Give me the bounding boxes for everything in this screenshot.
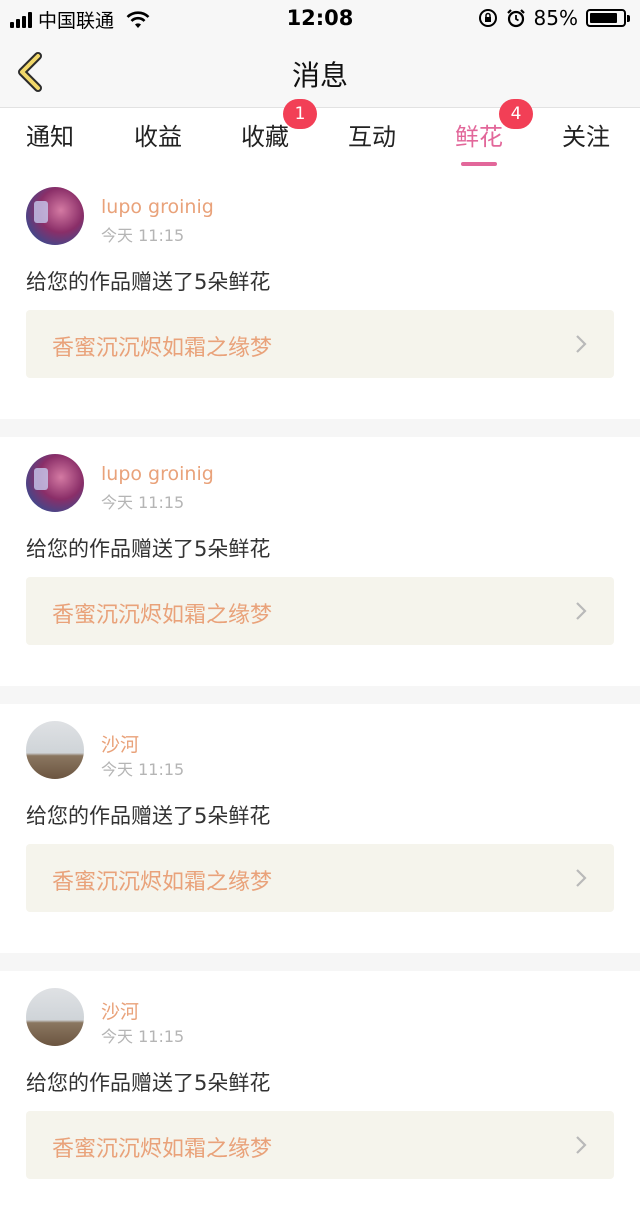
message-text: 给您的作品赠送了5朵鲜花: [26, 804, 271, 828]
flower-message-item: lupo groinig 今天 11:15 给您的作品赠送了5朵鲜花 香蜜沉沉烬…: [0, 170, 640, 419]
status-right: 85%: [478, 6, 630, 30]
avatar[interactable]: [26, 454, 84, 512]
tab-earnings[interactable]: 收益: [134, 117, 182, 152]
chevron-right-icon: [576, 335, 587, 353]
work-title: 香蜜沉沉烬如霜之缘梦: [52, 1137, 273, 1162]
work-link-card[interactable]: 香蜜沉沉烬如霜之缘梦: [26, 1111, 614, 1179]
chevron-right-icon: [576, 869, 587, 887]
message-time: 今天 11:15: [101, 760, 185, 779]
message-text: 给您的作品赠送了5朵鲜花: [26, 537, 271, 561]
chevron-right-icon: [576, 1136, 587, 1154]
tab-interactions[interactable]: 互动: [348, 117, 396, 152]
work-title: 香蜜沉沉烬如霜之缘梦: [52, 336, 273, 361]
work-title: 香蜜沉沉烬如霜之缘梦: [52, 603, 273, 628]
tab-label: 通知: [26, 123, 74, 151]
avatar[interactable]: [26, 187, 84, 245]
chevron-right-icon: [576, 602, 587, 620]
tab-label: 鲜花: [455, 123, 503, 151]
message-text: 给您的作品赠送了5朵鲜花: [26, 1071, 271, 1095]
unread-badge: 1: [283, 99, 317, 129]
message-feed: lupo groinig 今天 11:15 给您的作品赠送了5朵鲜花 香蜜沉沉烬…: [0, 170, 640, 1220]
tab-bar: 通知 收益 收藏 1 互动 鲜花 4 关注: [0, 99, 640, 169]
alarm-icon: [506, 9, 525, 28]
tab-favorites[interactable]: 收藏 1: [241, 99, 317, 152]
tab-notifications[interactable]: 通知: [26, 117, 74, 152]
work-title: 香蜜沉沉烬如霜之缘梦: [52, 870, 273, 895]
flower-message-item: lupo groinig 今天 11:15 给您的作品赠送了5朵鲜花 香蜜沉沉烬…: [0, 437, 640, 686]
orientation-lock-icon: [478, 9, 497, 27]
sender-name[interactable]: lupo groinig: [101, 463, 214, 485]
unread-badge: 4: [499, 99, 533, 129]
page-title: 消息: [291, 59, 348, 92]
flower-message-item: 沙河 今天 11:15 给您的作品赠送了5朵鲜花 香蜜沉沉烬如霜之缘梦: [0, 704, 640, 953]
work-link-card[interactable]: 香蜜沉沉烬如霜之缘梦: [26, 310, 614, 378]
message-time: 今天 11:15: [101, 226, 185, 245]
tab-label: 互动: [348, 123, 396, 151]
divider: [0, 953, 640, 971]
tab-label: 收藏: [241, 123, 289, 151]
nav-bar: 消息: [0, 36, 640, 108]
message-time: 今天 11:15: [101, 493, 185, 512]
sender-name[interactable]: 沙河: [101, 730, 139, 757]
tab-following[interactable]: 关注: [562, 117, 610, 152]
sender-name[interactable]: lupo groinig: [101, 196, 214, 218]
divider: [0, 419, 640, 437]
avatar[interactable]: [26, 721, 84, 779]
status-bar: 中国联通 12:08 85%: [0, 0, 640, 36]
battery-percent: 85%: [533, 6, 578, 30]
tab-flowers[interactable]: 鲜花 4: [455, 99, 533, 166]
tab-label: 收益: [134, 123, 182, 151]
battery-icon: [586, 9, 630, 27]
active-tab-indicator: [461, 162, 497, 166]
flower-message-item: 沙河 今天 11:15 给您的作品赠送了5朵鲜花 香蜜沉沉烬如霜之缘梦: [0, 971, 640, 1220]
avatar[interactable]: [26, 988, 84, 1046]
work-link-card[interactable]: 香蜜沉沉烬如霜之缘梦: [26, 844, 614, 912]
tab-label: 关注: [562, 123, 610, 151]
message-time: 今天 11:15: [101, 1027, 185, 1046]
sender-name[interactable]: 沙河: [101, 997, 139, 1024]
work-link-card[interactable]: 香蜜沉沉烬如霜之缘梦: [26, 577, 614, 645]
divider: [0, 686, 640, 704]
message-text: 给您的作品赠送了5朵鲜花: [26, 270, 271, 294]
